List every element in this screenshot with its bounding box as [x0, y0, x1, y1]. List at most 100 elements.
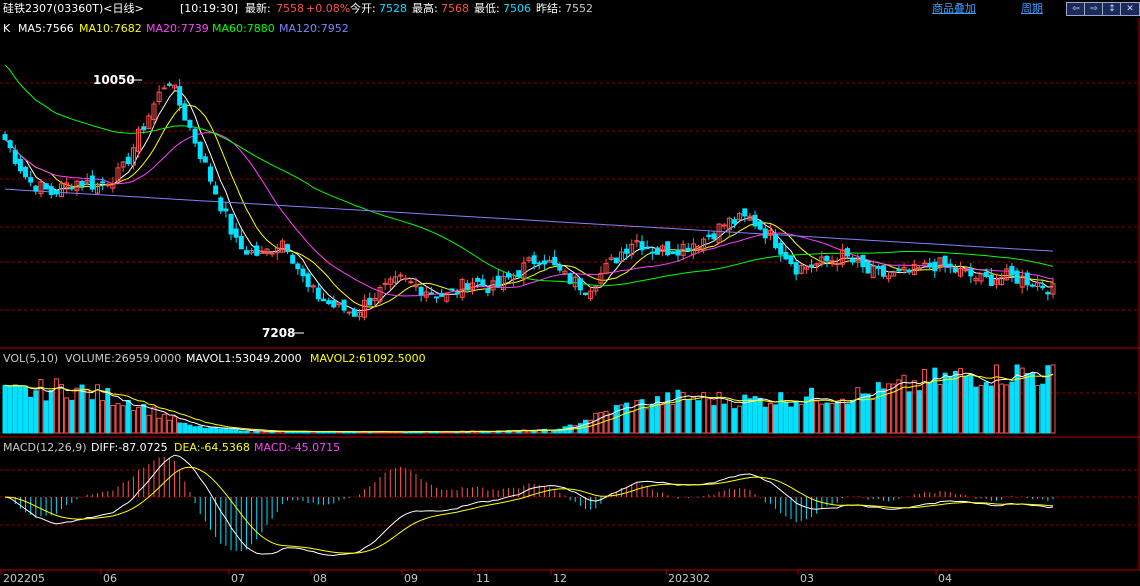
candle-body: [408, 281, 414, 284]
candle-body: [809, 264, 815, 268]
candle-body: [351, 309, 357, 317]
candle-body: [326, 300, 332, 304]
volume-bar: [1029, 372, 1035, 434]
volume-bar: [809, 387, 815, 434]
volume-bar: [1024, 373, 1030, 434]
candle-body: [865, 261, 871, 274]
candle-body: [110, 183, 116, 189]
vol-mavol2: MAVOL2:61092.5000: [310, 352, 426, 365]
latest-value: 7558: [276, 2, 304, 15]
period-link[interactable]: 周期: [1021, 2, 1043, 16]
volume-bar: [387, 431, 393, 434]
mavol2-line: [4, 373, 1054, 433]
candle-body: [1045, 291, 1051, 295]
volume-bar: [788, 406, 794, 434]
candle-body: [1035, 282, 1041, 287]
candle-body: [69, 187, 75, 190]
volume-bar: [254, 430, 260, 434]
volume-bar: [59, 384, 65, 434]
candle-body: [978, 273, 984, 282]
volume-bar: [993, 364, 999, 434]
volume-bar: [249, 430, 255, 434]
candle-body: [639, 241, 645, 251]
scroll-left-button[interactable]: ⇦: [1066, 2, 1086, 16]
volume-bar: [321, 431, 327, 434]
kline-chart[interactable]: 10050 7208: [0, 0, 1140, 586]
ma20-label: MA20:7739: [146, 22, 209, 35]
volume-bar: [305, 430, 311, 434]
volume-bar: [84, 388, 90, 434]
x-axis-label: 12: [553, 572, 567, 585]
volume-bar: [505, 430, 511, 434]
candle-body: [773, 233, 779, 249]
scroll-right-button[interactable]: ⇨: [1084, 2, 1104, 16]
volume-bar: [562, 426, 568, 434]
candle-body: [480, 279, 486, 286]
open-label: 今开:: [350, 2, 376, 15]
candle-body: [490, 280, 496, 291]
candle-body: [1019, 275, 1025, 288]
volume-bar: [110, 404, 116, 434]
ma10-line: [4, 104, 1054, 308]
volume-bar: [670, 403, 676, 434]
candle-body: [783, 251, 789, 260]
volume-bar: [999, 383, 1005, 434]
volume-bar: [783, 402, 789, 434]
vol-mavol1: MAVOL1:53049.2000: [186, 352, 302, 365]
volume-bar: [228, 428, 234, 434]
candle-body: [721, 224, 727, 227]
x-axis-label: 202205: [3, 572, 45, 585]
candle-body: [624, 248, 630, 254]
volume-bar: [747, 398, 753, 434]
overlay-commodity-link[interactable]: 商品叠加: [932, 2, 976, 16]
volume-bar: [444, 431, 450, 434]
volume-bar: [464, 431, 470, 434]
candle-body: [392, 276, 398, 283]
low-price-marker: 7208: [262, 326, 295, 340]
volume-bar: [53, 378, 59, 434]
volume-bar: [963, 375, 969, 434]
volume-bar: [649, 403, 655, 434]
volume-bar: [572, 425, 578, 434]
x-axis-label: 07: [231, 572, 245, 585]
candle-body: [547, 259, 553, 263]
candle-body: [942, 255, 948, 267]
candle-body: [469, 282, 475, 290]
volume-bar: [536, 429, 542, 434]
volume-bar: [845, 403, 851, 434]
candle-body: [290, 254, 296, 264]
macd-diff: DIFF:-87.0725: [91, 441, 168, 454]
volume-bar: [942, 372, 948, 434]
volume-bar: [793, 400, 799, 434]
volume-bar: [233, 428, 239, 434]
candle-body: [444, 293, 450, 302]
volume-bar: [690, 396, 696, 434]
candle-body: [1014, 270, 1020, 284]
candle-body: [336, 302, 342, 306]
volume-bar: [973, 386, 979, 434]
candle-body: [166, 83, 172, 86]
volume-bar: [398, 431, 404, 434]
close-button[interactable]: ✕: [1120, 2, 1140, 16]
volume-bar: [516, 430, 522, 434]
candle-body: [2, 134, 8, 141]
candle-body: [182, 103, 188, 121]
volume-bar: [480, 430, 486, 434]
x-axis-label: 08: [313, 572, 327, 585]
high-price-marker: 10050: [93, 73, 135, 87]
ma5-line: [4, 90, 1054, 312]
macd-label: MACD(12,26,9): [3, 441, 87, 454]
volume-bar: [434, 431, 440, 434]
volume-bar: [79, 384, 85, 434]
candle-body: [618, 251, 624, 262]
volume-bar: [880, 388, 886, 434]
candle-body: [1029, 284, 1035, 287]
candle-body: [778, 242, 784, 255]
candle-body: [516, 270, 522, 278]
zoom-button[interactable]: ↕: [1102, 2, 1122, 16]
candle-body: [716, 223, 722, 244]
x-axis-label: 06: [103, 572, 117, 585]
candle-body: [485, 288, 491, 294]
volume-bar: [274, 431, 280, 434]
volume-bar: [937, 383, 943, 434]
